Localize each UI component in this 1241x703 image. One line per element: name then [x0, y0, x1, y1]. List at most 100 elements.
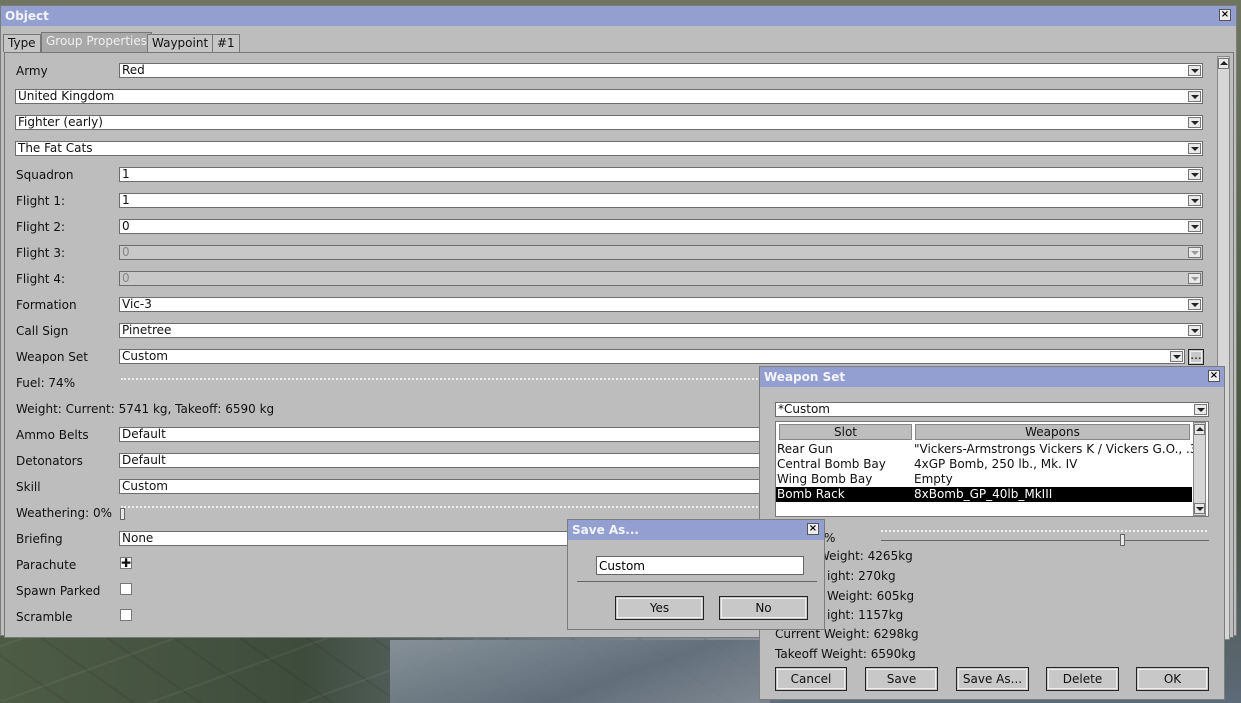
flight4-select: 0	[119, 271, 1203, 286]
stat-line: Weight: 4265kg	[818, 549, 913, 563]
weathering-slider[interactable]	[121, 506, 761, 510]
close-icon[interactable]: ×	[1208, 370, 1220, 382]
table-scrollbar[interactable]	[1193, 422, 1206, 516]
flight2-select[interactable]: 0	[119, 219, 1203, 234]
squadron-select[interactable]: 1	[119, 167, 1203, 182]
weapon-set-titlebar[interactable]: Weapon Set	[760, 367, 1224, 387]
weathering-slider-thumb[interactable]	[120, 508, 125, 520]
chevron-down-icon[interactable]	[1188, 169, 1201, 180]
skill-label: Skill	[16, 480, 41, 494]
save-as-name-input[interactable]	[596, 556, 804, 575]
weapons-cell: "Vickers-Armstrongs Vickers K / Vickers …	[914, 442, 1198, 456]
callsign-value: Pinetree	[122, 323, 172, 337]
formation-select[interactable]: Vic-3	[119, 297, 1203, 312]
flight3-select: 0	[119, 245, 1203, 260]
chevron-down-icon[interactable]	[1170, 351, 1183, 362]
table-row-selected[interactable]: Bomb Rack 8xBomb_GP_40lb_MkIII	[776, 487, 1192, 502]
chevron-down-icon[interactable]	[1188, 117, 1201, 128]
chevron-down-icon[interactable]	[1188, 195, 1201, 206]
yes-button[interactable]: Yes	[615, 596, 704, 620]
weapon-fuel-slider-thumb[interactable]	[1120, 534, 1125, 546]
detonators-label: Detonators	[16, 454, 83, 468]
tab-group-properties[interactable]: Group Properties	[41, 32, 152, 52]
flight4-value: 0	[122, 271, 130, 285]
no-button[interactable]: No	[719, 596, 808, 620]
weapon-fuel-slider[interactable]	[881, 530, 1207, 534]
briefing-select[interactable]: None	[119, 531, 569, 546]
scroll-up-icon[interactable]	[1194, 424, 1205, 435]
table-row[interactable]: Rear Gun "Vickers-Armstrongs Vickers K /…	[776, 442, 1198, 457]
flight3-label: Flight 3:	[16, 246, 65, 260]
flight1-select[interactable]: 1	[119, 193, 1203, 208]
slot-cell: Bomb Rack	[777, 487, 845, 501]
ammo-select[interactable]: Default	[119, 427, 764, 442]
army-select[interactable]: Red	[119, 63, 1203, 78]
country-select[interactable]: United Kingdom	[15, 89, 1203, 104]
table-row[interactable]: Central Bomb Bay 4xGP Bomb, 250 lb., Mk.…	[776, 457, 1192, 472]
close-icon[interactable]: ×	[1219, 9, 1231, 21]
chevron-down-icon[interactable]	[1188, 299, 1201, 310]
weaponset-value: Custom	[122, 349, 168, 363]
weaponset-edit-button[interactable]: ...	[1188, 349, 1204, 365]
skill-value: Custom	[122, 479, 168, 493]
close-icon[interactable]: ×	[807, 523, 819, 535]
column-header-weapons[interactable]: Weapons	[915, 424, 1190, 440]
tab-type[interactable]: Type	[3, 34, 41, 52]
tab-waypoint[interactable]: Waypoint	[147, 34, 214, 52]
chevron-down-icon[interactable]	[1188, 143, 1201, 154]
chevron-down-icon[interactable]	[1188, 65, 1201, 76]
flight1-value: 1	[122, 193, 130, 207]
regiment-select[interactable]: The Fat Cats	[15, 141, 1203, 156]
ammo-value: Default	[122, 427, 166, 441]
cancel-button[interactable]: Cancel	[775, 667, 847, 691]
save-as-titlebar[interactable]: Save As...	[568, 520, 824, 540]
chevron-down-icon[interactable]	[1188, 91, 1201, 102]
flight3-value: 0	[122, 245, 130, 259]
weight-label: Weight: Current: 5741 kg, Takeoff: 6590 …	[16, 402, 275, 416]
ok-button[interactable]: OK	[1136, 667, 1209, 691]
weapons-cell: 8xBomb_GP_40lb_MkIII	[914, 487, 1053, 501]
scroll-down-icon[interactable]	[1194, 503, 1205, 514]
column-header-slot[interactable]: Slot	[779, 424, 912, 440]
fuel-slider[interactable]	[121, 378, 761, 382]
delete-button[interactable]: Delete	[1046, 667, 1119, 691]
save-button[interactable]: Save	[865, 667, 938, 691]
chevron-down-icon[interactable]	[1188, 221, 1201, 232]
stat-line: ight: 1157kg	[827, 608, 904, 622]
weapon-set-title: Weapon Set	[764, 370, 846, 384]
chevron-down-icon[interactable]	[1188, 325, 1201, 336]
spawn-parked-checkbox[interactable]	[120, 583, 132, 595]
parachute-label: Parachute	[16, 558, 77, 572]
map-coastline	[390, 640, 770, 703]
chevron-down-icon	[1188, 273, 1201, 284]
preset-select[interactable]: *Custom	[775, 402, 1209, 417]
slot-cell: Wing Bomb Bay	[777, 472, 873, 486]
parachute-checkbox[interactable]: ✚	[120, 557, 132, 569]
ammo-label: Ammo Belts	[16, 428, 89, 442]
army-value: Red	[122, 63, 145, 77]
fuel-percent-label: %	[824, 531, 836, 545]
regiment-value: The Fat Cats	[18, 141, 93, 155]
chevron-down-icon[interactable]	[1194, 404, 1207, 415]
table-row[interactable]: Wing Bomb Bay Empty	[776, 472, 1192, 487]
weaponset-select[interactable]: Custom	[119, 349, 1185, 364]
save-as-button[interactable]: Save As...	[956, 667, 1029, 691]
detonators-select[interactable]: Default	[119, 453, 764, 468]
skill-select[interactable]: Custom	[119, 479, 764, 494]
chevron-down-icon	[1188, 247, 1201, 258]
callsign-select[interactable]: Pinetree	[119, 323, 1203, 338]
save-as-title: Save As...	[572, 523, 639, 537]
flight1-label: Flight 1:	[16, 194, 65, 208]
cross-check-icon: ✚	[121, 556, 132, 570]
briefing-value: None	[122, 531, 154, 545]
preset-value: *Custom	[778, 402, 830, 416]
tab-waypoint-number[interactable]: #1	[212, 34, 240, 52]
weapons-cell: 4xGP Bomb, 250 lb., Mk. IV	[914, 457, 1078, 471]
slider-track	[881, 540, 1209, 541]
scroll-up-icon[interactable]	[1218, 58, 1229, 69]
scramble-checkbox[interactable]	[120, 609, 132, 621]
flight2-value: 0	[122, 219, 130, 233]
object-window-titlebar[interactable]: Object	[1, 6, 1236, 26]
slot-cell: Rear Gun	[777, 442, 833, 456]
aircraft-class-select[interactable]: Fighter (early)	[15, 115, 1203, 130]
